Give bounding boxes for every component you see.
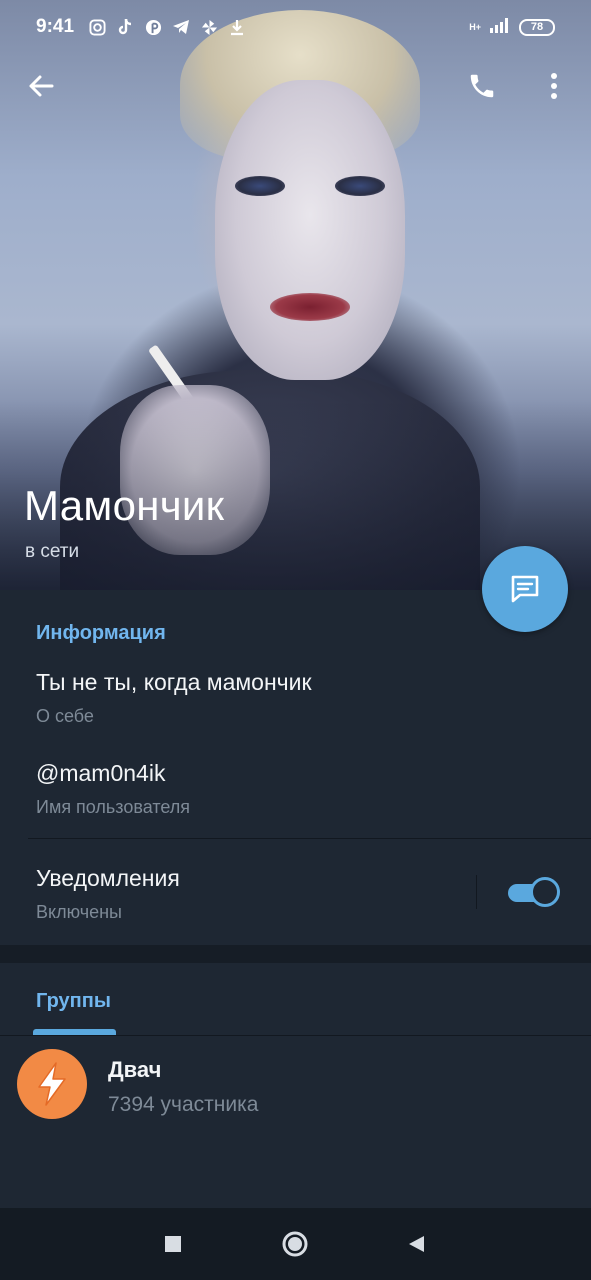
triangle-back-icon [409,1236,424,1252]
telegram-icon [172,18,190,36]
bio-text[interactable]: Ты не ты, когда мамончик [36,669,312,696]
notifications-toggle[interactable] [508,877,560,907]
network-type: H+ [469,21,481,32]
username-label: Имя пользователя [36,797,191,817]
battery-icon: 78 [519,18,555,36]
back-button[interactable] [15,60,67,112]
group-members: 7394 участника [108,1093,259,1116]
avatar [17,1049,87,1119]
divider [0,1035,591,1036]
bio-label: О себе [36,706,94,726]
signal-icon [489,17,511,38]
list-item[interactable]: Двач 7394 участника [0,1041,591,1137]
more-vertical-icon [551,73,557,99]
home-button[interactable] [279,1228,311,1260]
navigation-bar [0,1208,591,1280]
recents-button[interactable] [157,1228,189,1260]
more-button[interactable] [528,60,580,112]
groups-section: Группы Двач 7394 участника [0,963,591,1208]
profile-name: Мамончик [24,482,225,529]
back-nav-button[interactable] [400,1228,432,1260]
divider [28,838,591,839]
status-bar: 9:41 H+ 78 [0,0,591,54]
divider [476,875,477,909]
info-section-title: Информация [36,622,166,644]
instagram-icon [88,18,106,36]
lightning-icon [38,1062,66,1106]
group-name: Двач [108,1057,162,1082]
notifications-state: Включены [36,902,122,922]
pinwheel-icon [200,18,218,36]
username-text[interactable]: @mam0n4ik [36,760,165,787]
tiktok-icon [116,18,134,36]
tab-groups[interactable]: Группы [36,990,111,1013]
message-button[interactable] [482,546,568,632]
notifications-label[interactable]: Уведомления [36,865,180,892]
circle-icon [282,1231,308,1257]
arrow-left-icon [29,75,54,97]
download-icon [228,18,246,36]
phone-icon [470,74,494,98]
chat-icon [511,575,539,603]
square-icon [165,1236,181,1252]
top-bar [0,60,591,112]
section-gap [0,945,591,963]
profile-screen: 9:41 H+ 78 Мамончик в сети Информация Ты… [0,0,591,1280]
status-time: 9:41 [36,16,75,37]
battery-level: 78 [519,18,555,36]
online-status: в сети [25,541,80,562]
info-section: Информация Ты не ты, когда мамончик О се… [0,590,591,945]
pinterest-icon [144,18,162,36]
call-button[interactable] [456,60,508,112]
